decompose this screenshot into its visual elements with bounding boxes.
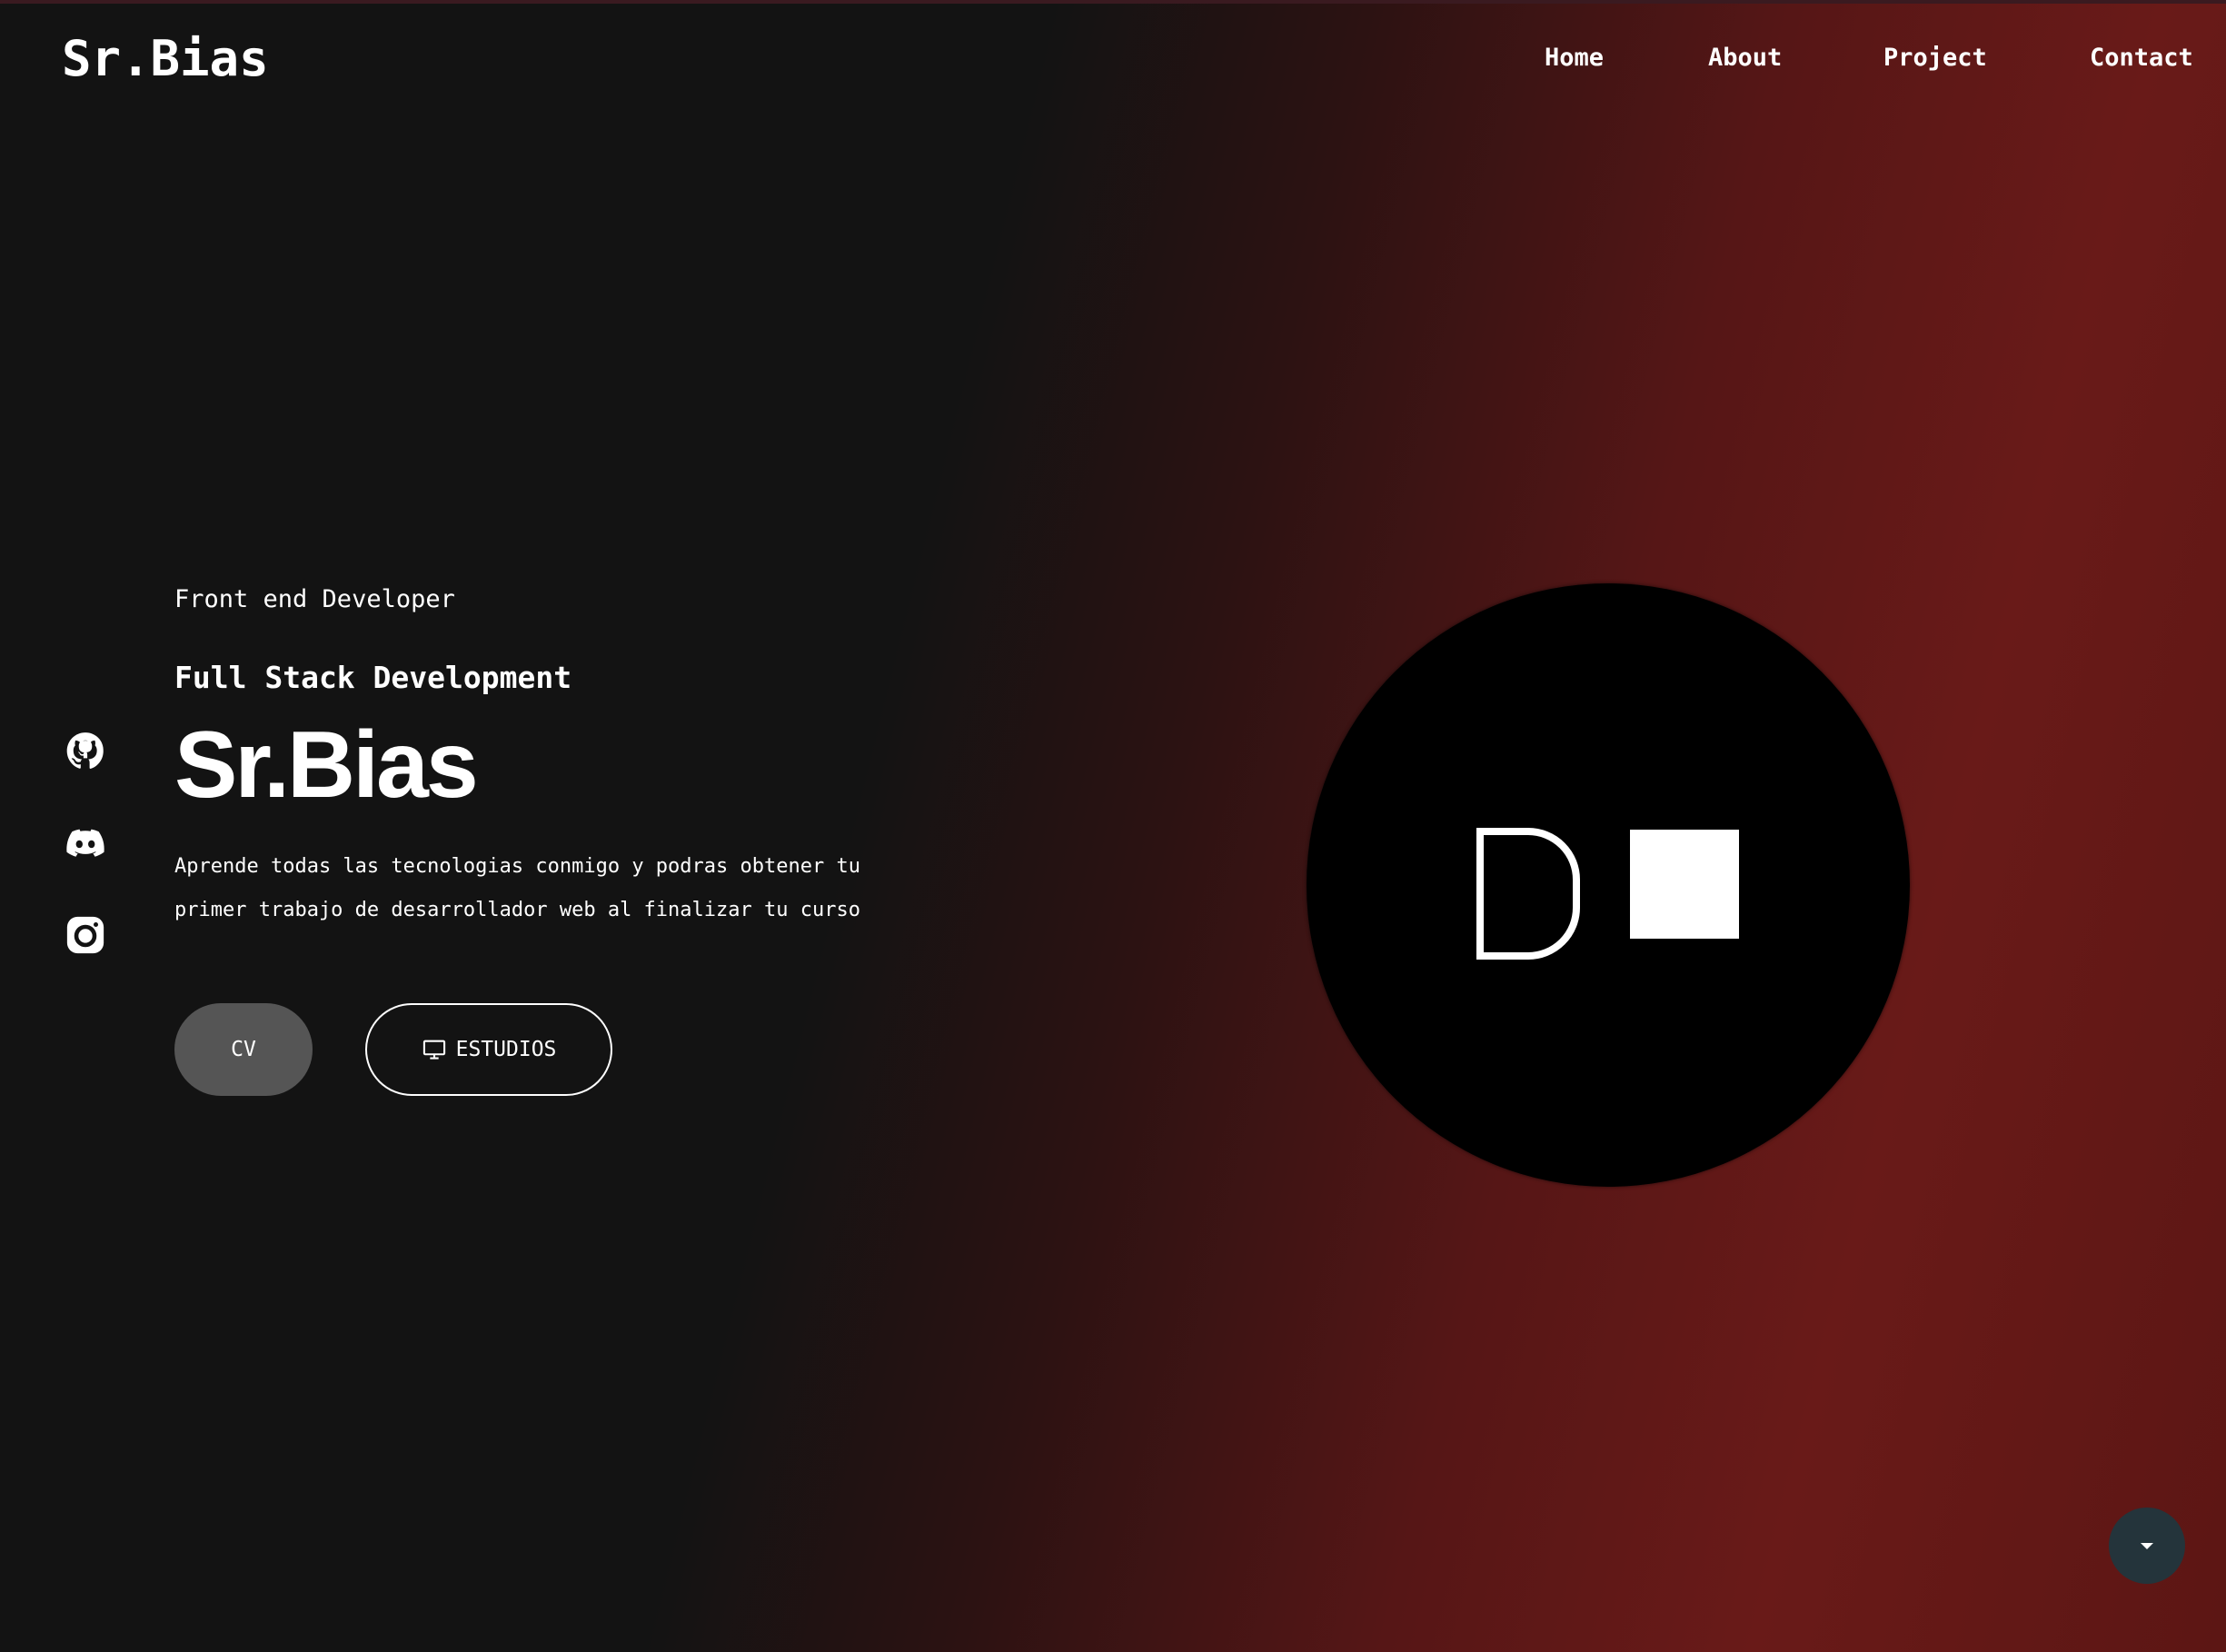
scroll-down-button[interactable]: [2109, 1508, 2185, 1584]
hero-description-line1: Aprende todas las tecnologias conmigo y …: [174, 855, 860, 878]
discord-icon: [66, 829, 104, 857]
hero-description-line2: primer trabajo de desarrollador web al f…: [174, 899, 860, 921]
github-link[interactable]: [64, 729, 107, 772]
dm-logo: [1476, 828, 1739, 960]
estudios-button[interactable]: ESTUDIOS: [365, 1003, 612, 1096]
nav-link-contact[interactable]: Contact: [2090, 40, 2193, 76]
nav-link-about[interactable]: About: [1708, 40, 1782, 76]
profile-avatar: [1307, 583, 1910, 1187]
top-border: [0, 0, 2226, 4]
hero-subtitle: Front end Developer: [174, 585, 455, 613]
monitor-icon: [422, 1040, 445, 1060]
caret-down-icon: [2141, 1543, 2153, 1549]
nav-link-project[interactable]: Project: [1883, 40, 1987, 76]
hero-description: Aprende todas las tecnologias conmigo y …: [174, 845, 901, 932]
hero-name: Sr.Bias: [174, 712, 479, 818]
cv-button[interactable]: CV: [174, 1003, 313, 1096]
cv-button-label: CV: [231, 1038, 256, 1061]
hero-tagline: Full Stack Development: [174, 660, 572, 695]
main-nav: Home About Project Contact: [1454, 40, 2193, 76]
instagram-icon: [66, 916, 104, 954]
site-logo[interactable]: Sr.Bias: [62, 31, 269, 87]
estudios-button-label: ESTUDIOS: [455, 1038, 557, 1061]
discord-link[interactable]: [64, 821, 107, 865]
instagram-link[interactable]: [64, 913, 107, 957]
nav-link-home[interactable]: Home: [1545, 40, 1604, 76]
github-icon: [66, 732, 104, 769]
